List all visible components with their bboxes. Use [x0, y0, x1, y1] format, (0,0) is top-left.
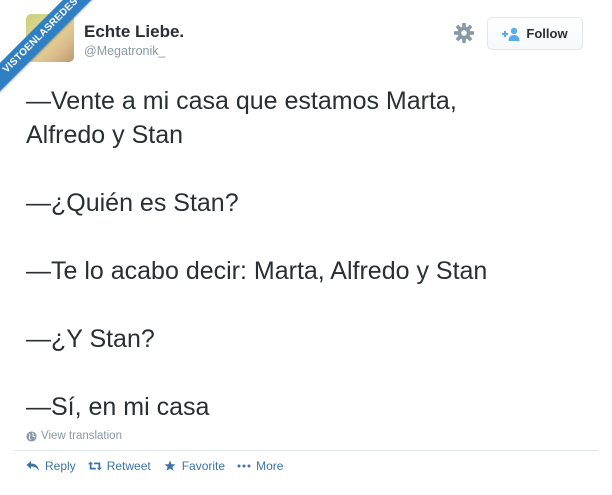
gear-icon[interactable]	[453, 22, 475, 44]
divider	[14, 450, 598, 451]
reply-button[interactable]: Reply	[26, 459, 76, 473]
tweet-line: —Vente a mi casa que estamos Marta,	[26, 87, 457, 115]
tweet-line: —¿Quién es Stan?	[26, 189, 239, 217]
more-icon	[237, 464, 251, 468]
retweet-icon	[87, 461, 102, 471]
tweet-text: —Vente a mi casa que estamos Marta, Alfr…	[26, 84, 596, 424]
tweet-line: —¿Y Stan?	[26, 325, 155, 353]
tweet-line: —Te lo acabo decir: Marta, Alfredo y Sta…	[26, 257, 488, 285]
watermark-ribbon: VISTOENLASREDES	[0, 0, 110, 110]
view-translation-label: View translation	[41, 430, 122, 442]
star-icon	[164, 460, 176, 471]
watermark-text: VISTOENLASREDES	[0, 0, 109, 104]
follow-button[interactable]: Follow	[487, 17, 583, 50]
globe-icon	[26, 430, 37, 442]
person-plus-icon	[502, 27, 520, 41]
view-translation-link[interactable]: View translation	[26, 430, 122, 442]
tweet-actions: Reply Retweet Favorite More	[26, 459, 295, 473]
reply-icon	[26, 461, 39, 471]
reply-label: Reply	[45, 459, 76, 473]
follow-label: Follow	[526, 26, 568, 41]
tweet-line: Alfredo y Stan	[26, 121, 184, 149]
more-button[interactable]: More	[237, 459, 283, 473]
tweet-line: —Sí, en mi casa	[26, 393, 210, 421]
favorite-label: Favorite	[181, 459, 226, 473]
retweet-button[interactable]: Retweet	[87, 459, 151, 473]
more-label: More	[256, 459, 284, 473]
favorite-button[interactable]: Favorite	[163, 459, 225, 473]
retweet-label: Retweet	[106, 459, 151, 473]
